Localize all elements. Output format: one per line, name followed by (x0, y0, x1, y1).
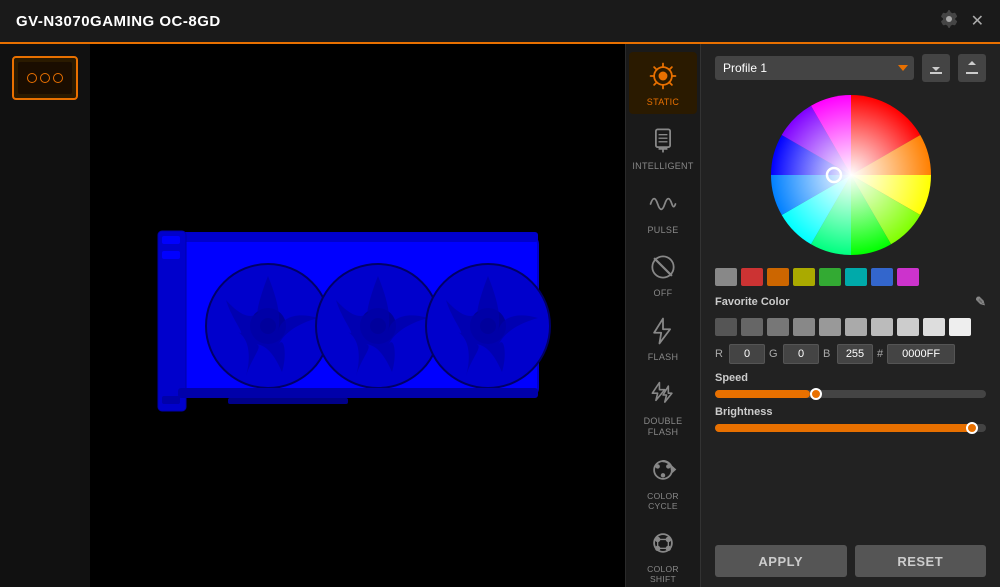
pulse-label: PULSE (647, 225, 678, 236)
double-flash-icon (645, 377, 681, 413)
palette-swatch-0[interactable] (715, 268, 737, 286)
fav-swatch-2[interactable] (767, 318, 789, 336)
brightness-section: Brightness (715, 406, 986, 432)
r-label: R (715, 348, 725, 360)
fav-swatch-5[interactable] (845, 318, 867, 336)
titlebar-controls: ✕ (939, 9, 984, 34)
palette-swatch-6[interactable] (871, 268, 893, 286)
favorite-color-section: Favorite Color ✎ (715, 294, 986, 310)
color-cycle-label: COLOR CYCLE (647, 491, 679, 511)
settings-icon[interactable] (939, 9, 959, 34)
thumbnail-inner (18, 62, 72, 94)
b-input[interactable] (837, 344, 873, 364)
mode-pulse[interactable]: PULSE (629, 180, 697, 242)
profile-import-button[interactable] (922, 54, 950, 82)
color-wheel[interactable] (766, 90, 936, 260)
speed-slider-thumb[interactable] (810, 388, 822, 400)
g-label: G (769, 348, 779, 360)
rgb-row: R G B # (715, 344, 986, 364)
palette-row (715, 268, 986, 286)
fav-swatch-6[interactable] (871, 318, 893, 336)
pulse-icon (645, 186, 681, 222)
thumb-fan-1 (27, 73, 37, 83)
speed-slider-fill (715, 390, 810, 398)
controls-panel: Profile 1 Profile 2 Profile 3 (700, 44, 1000, 587)
profile-export-button[interactable] (958, 54, 986, 82)
intelligent-icon (645, 122, 681, 158)
static-icon (645, 58, 681, 94)
bottom-buttons: APPLY RESET (715, 541, 986, 577)
favorite-row (715, 318, 986, 336)
fav-swatch-7[interactable] (897, 318, 919, 336)
reset-button[interactable]: RESET (855, 545, 987, 577)
close-icon[interactable]: ✕ (971, 11, 984, 31)
speed-label: Speed (715, 372, 986, 384)
fav-swatch-3[interactable] (793, 318, 815, 336)
thumb-fan-2 (40, 73, 50, 83)
mode-flash[interactable]: FLASH (629, 307, 697, 369)
palette-swatch-4[interactable] (819, 268, 841, 286)
hex-input[interactable] (887, 344, 955, 364)
palette-swatch-1[interactable] (741, 268, 763, 286)
profile-select[interactable]: Profile 1 Profile 2 Profile 3 (715, 56, 914, 80)
fav-swatch-1[interactable] (741, 318, 763, 336)
mode-off[interactable]: OFF (629, 243, 697, 305)
mode-static[interactable]: STATIC (629, 52, 697, 114)
static-label: STATIC (647, 97, 679, 108)
mode-double-flash[interactable]: DOUBLE FLASH (629, 371, 697, 444)
window-title: GV-N3070GAMING OC-8GD (16, 13, 221, 30)
brightness-slider-thumb[interactable] (966, 422, 978, 434)
speed-slider-track[interactable] (715, 390, 986, 398)
color-shift-icon (645, 525, 681, 561)
fav-swatch-4[interactable] (819, 318, 841, 336)
brightness-label: Brightness (715, 406, 986, 418)
palette-swatch-5[interactable] (845, 268, 867, 286)
mode-panel: STATIC INTELLIGENT (625, 44, 700, 587)
speed-section: Speed (715, 372, 986, 398)
brightness-slider-fill (715, 424, 972, 432)
intelligent-label: INTELLIGENT (632, 161, 693, 172)
color-shift-label: COLOR SHIFT (647, 564, 679, 584)
g-input[interactable] (783, 344, 819, 364)
titlebar: GV-N3070GAMING OC-8GD ✕ (0, 0, 1000, 44)
brightness-slider-track[interactable] (715, 424, 986, 432)
thumb-fans (27, 73, 63, 83)
off-icon (645, 249, 681, 285)
double-flash-label: DOUBLE FLASH (631, 416, 695, 438)
favorite-color-label: Favorite Color (715, 296, 790, 308)
mode-intelligent[interactable]: INTELLIGENT (629, 116, 697, 178)
palette-swatch-3[interactable] (793, 268, 815, 286)
mode-color-cycle[interactable]: COLOR CYCLE (629, 446, 697, 517)
apply-button[interactable]: APPLY (715, 545, 847, 577)
profile-row: Profile 1 Profile 2 Profile 3 (715, 54, 986, 82)
fav-swatch-9[interactable] (949, 318, 971, 336)
hex-label: # (877, 348, 883, 360)
left-panel (0, 44, 90, 587)
r-input[interactable] (729, 344, 765, 364)
main-layout: STATIC INTELLIGENT (0, 44, 1000, 587)
center-panel (90, 44, 625, 587)
color-wheel-container (715, 90, 986, 260)
gpu-thumbnail[interactable] (12, 56, 78, 100)
palette-swatch-7[interactable] (897, 268, 919, 286)
gpu-visualization (148, 176, 568, 456)
b-label: B (823, 348, 833, 360)
fav-swatch-0[interactable] (715, 318, 737, 336)
mode-color-shift[interactable]: COLOR SHIFT (629, 519, 697, 587)
edit-icon[interactable]: ✎ (975, 294, 986, 310)
palette-swatch-2[interactable] (767, 268, 789, 286)
thumb-fan-3 (53, 73, 63, 83)
fav-swatch-8[interactable] (923, 318, 945, 336)
off-label: OFF (654, 288, 673, 299)
flash-icon (645, 313, 681, 349)
flash-label: FLASH (648, 352, 679, 363)
color-cycle-icon (645, 452, 681, 488)
